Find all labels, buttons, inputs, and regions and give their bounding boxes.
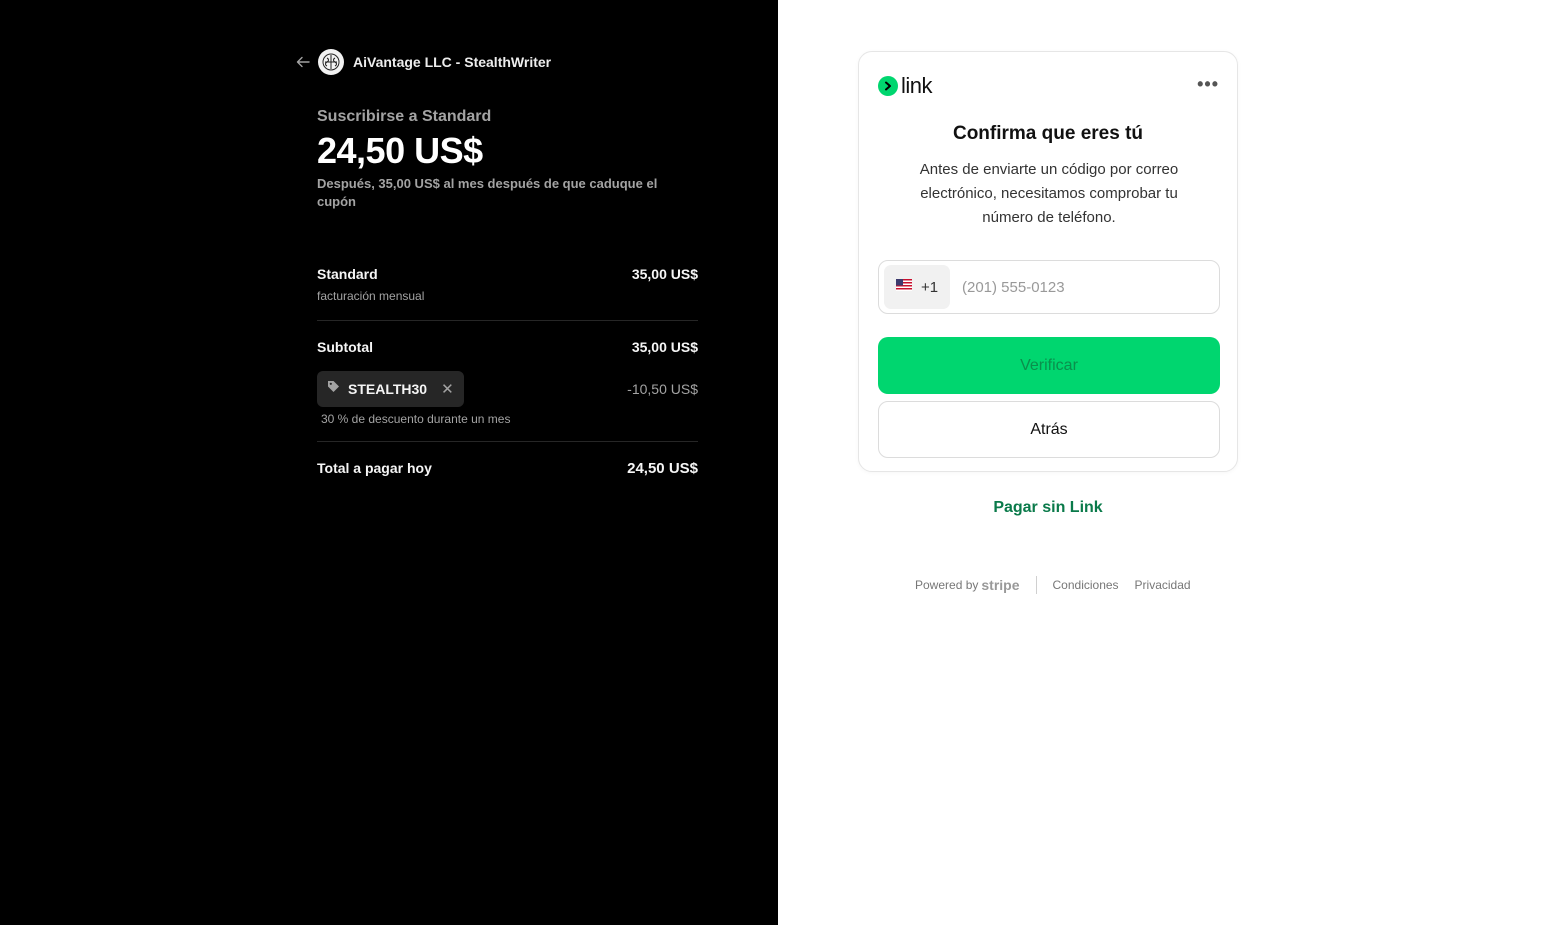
- discount-amount: -10,50 US$: [627, 381, 698, 397]
- tag-icon: [327, 380, 340, 398]
- privacy-link[interactable]: Privacidad: [1135, 578, 1191, 592]
- after-coupon-note: Después, 35,00 US$ al mes después de que…: [317, 176, 658, 209]
- card-title: Confirma que eres tú: [952, 123, 1144, 144]
- divider: [317, 441, 698, 442]
- pay-without-link-link[interactable]: Pagar sin Link: [858, 499, 1238, 517]
- order-summary-panel: AiVantage LLC - StealthWriter Suscribirs…: [0, 0, 778, 925]
- link-logo: link: [878, 73, 933, 99]
- subtotal-row: Subtotal 35,00 US$: [317, 339, 698, 355]
- total-label: Total a pagar hoy: [317, 460, 432, 476]
- card-description: Antes de enviarte un código por correo e…: [919, 161, 1179, 226]
- stripe-logo[interactable]: stripe: [981, 577, 1019, 593]
- link-chevron-icon: [878, 76, 898, 96]
- divider: [317, 320, 698, 321]
- coupon-note: 30 % de descuento durante un mes: [321, 412, 511, 426]
- coupon-chip: STEALTH30 ✕: [317, 371, 464, 407]
- us-flag-icon: [895, 278, 912, 296]
- payment-panel: link ••• Confirma que eres tú Antes de e…: [778, 0, 1555, 925]
- subtotal-amount: 35,00 US$: [631, 339, 698, 355]
- subscribe-label: Suscribirse a Standard: [317, 108, 492, 125]
- link-auth-card: link ••• Confirma que eres tú Antes de e…: [858, 51, 1238, 472]
- phone-input[interactable]: [960, 277, 1194, 297]
- price-amount: 24,50 US$: [317, 130, 483, 171]
- plan-billing: facturación mensual: [317, 289, 425, 303]
- price-summary: Suscribirse a Standard 24,50 US$ Después…: [317, 108, 698, 211]
- powered-by-label: Powered by: [915, 578, 979, 592]
- back-arrow-icon[interactable]: [296, 54, 312, 70]
- merchant-logo: [318, 49, 344, 75]
- verify-button[interactable]: Verificar: [878, 337, 1220, 394]
- merchant-name: AiVantage LLC - StealthWriter: [353, 54, 552, 70]
- plan-amount: 35,00 US$: [631, 266, 698, 282]
- footer: Powered by stripe Condiciones Privacidad: [915, 576, 1191, 594]
- dial-code: +1: [920, 278, 939, 296]
- plan-name: Standard: [317, 266, 378, 282]
- back-button[interactable]: Atrás: [878, 401, 1220, 458]
- line-items: Standard facturación mensual 35,00 US$ S…: [317, 266, 698, 477]
- subtotal-label: Subtotal: [317, 339, 373, 355]
- remove-coupon-icon[interactable]: ✕: [441, 380, 454, 398]
- total-row: Total a pagar hoy 24,50 US$: [317, 460, 698, 477]
- terms-link[interactable]: Condiciones: [1053, 578, 1119, 592]
- footer-divider: [1035, 576, 1037, 594]
- plan-row: Standard facturación mensual 35,00 US$: [317, 266, 698, 303]
- brain-icon: [322, 53, 340, 71]
- country-selector[interactable]: +1: [884, 265, 950, 309]
- more-menu-icon[interactable]: •••: [1197, 74, 1219, 95]
- link-brand: link: [901, 73, 933, 98]
- merchant-header: AiVantage LLC - StealthWriter: [296, 48, 551, 76]
- coupon-code: STEALTH30: [348, 381, 428, 397]
- phone-field: +1: [878, 260, 1220, 314]
- total-amount: 24,50 US$: [627, 460, 698, 477]
- coupon-row: STEALTH30 ✕ 30 % de descuento durante un…: [317, 371, 698, 426]
